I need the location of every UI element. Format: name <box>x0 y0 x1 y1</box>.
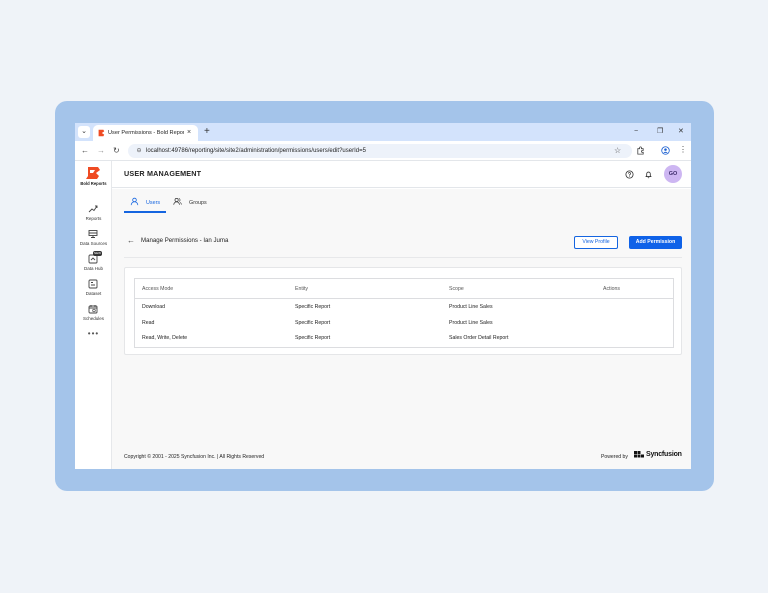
bookmark-star-icon[interactable]: ☆ <box>614 145 621 156</box>
section-title: Manage Permissions - Ian Juma <box>141 237 229 244</box>
bold-reports-logo[interactable] <box>86 167 100 179</box>
copyright-text: Copyright © 2001 - 2025 Syncfusion Inc. … <box>124 454 265 460</box>
user-group-tabs: Users Groups <box>124 195 682 215</box>
main-content: Users Groups ← Manage Permissions - Ian … <box>112 189 691 469</box>
bold-reports-favicon-icon <box>98 129 105 137</box>
browser-window: ⌄ User Permissions - Bold Reports × + − … <box>75 123 691 469</box>
calendar-icon <box>88 305 98 314</box>
permissions-table: Access Mode Entity Scope Actions Downloa… <box>134 278 674 348</box>
powered-by-text: Powered by <box>601 454 628 460</box>
browser-tab[interactable]: User Permissions - Bold Reports × <box>93 125 198 141</box>
entity-cell: Specific Report <box>295 320 331 326</box>
active-tab-indicator <box>124 211 166 213</box>
sidebar-more-button[interactable]: ••• <box>75 329 112 338</box>
view-profile-button[interactable]: View Profile <box>574 236 618 249</box>
syncfusion-brand: Syncfusion <box>646 451 682 458</box>
table-row[interactable]: Read Specific Report Product Line Sales <box>135 316 673 332</box>
browser-menu-icon[interactable]: ⋮ <box>679 144 687 155</box>
avatar[interactable]: GO <box>664 165 682 183</box>
sidebar-item-data-sources[interactable]: Data Sources <box>75 229 112 251</box>
app-sidebar: Bold Reports Reports Data Sources NEW Da… <box>75 161 112 469</box>
sidebar-item-reports[interactable]: Reports <box>75 204 112 226</box>
notification-bell-icon[interactable] <box>644 170 653 179</box>
tab-title: User Permissions - Bold Reports <box>108 130 184 136</box>
syncfusion-logo[interactable]: Syncfusion <box>634 450 682 460</box>
group-icon <box>173 197 182 205</box>
entity-cell: Specific Report <box>295 335 331 341</box>
column-header[interactable]: Access Mode <box>142 286 173 292</box>
add-permission-button[interactable]: Add Permission <box>629 236 682 249</box>
tab-label: Groups <box>189 200 207 206</box>
access-mode-cell: Download <box>142 304 166 310</box>
new-tab-button[interactable]: + <box>204 126 210 138</box>
tab-groups[interactable]: Groups <box>173 195 213 215</box>
dataset-icon <box>88 279 98 289</box>
address-bar[interactable]: ⊖ localhost:49786/reporting/site/site2/a… <box>128 144 632 158</box>
table-row[interactable]: Read, Write, Delete Specific Report Sale… <box>135 331 673 347</box>
app-header: USER MANAGEMENT GO <box>112 161 691 188</box>
forward-button[interactable]: → <box>97 145 105 156</box>
help-icon[interactable] <box>625 170 634 179</box>
tab-search-button[interactable]: ⌄ <box>78 126 90 138</box>
access-mode-cell: Read <box>142 320 155 326</box>
sidebar-item-data-hub[interactable]: NEW Data Hub <box>75 251 112 276</box>
sidebar-item-label: Data Sources <box>79 241 108 246</box>
column-header: Actions <box>603 286 621 292</box>
sidebar-item-label: Dataset <box>85 291 102 296</box>
tab-label: Users <box>146 200 161 206</box>
sidebar-item-schedules[interactable]: Schedules <box>75 304 112 326</box>
back-button[interactable]: ← <box>81 145 89 156</box>
column-header[interactable]: Scope <box>449 286 464 292</box>
access-mode-cell: Read, Write, Delete <box>142 335 188 341</box>
entity-cell: Specific Report <box>295 304 331 310</box>
sidebar-item-dataset[interactable]: Dataset <box>75 279 112 301</box>
minimize-button[interactable]: − <box>634 127 638 137</box>
permissions-subheader: ← Manage Permissions - Ian Juma View Pro… <box>124 232 682 258</box>
table-row[interactable]: Download Specific Report Product Line Sa… <box>135 300 673 316</box>
page-title: USER MANAGEMENT <box>124 169 202 178</box>
tab-close-icon[interactable]: × <box>187 128 191 138</box>
close-window-button[interactable]: ✕ <box>678 127 684 137</box>
permissions-card: Access Mode Entity Scope Actions Downloa… <box>124 267 682 355</box>
syncfusion-mark-icon <box>634 451 644 458</box>
browser-toolbar: ← → ↻ ⊖ localhost:49786/reporting/site/s… <box>75 141 691 161</box>
profile-icon[interactable] <box>661 146 670 155</box>
column-header[interactable]: Entity <box>295 286 308 292</box>
new-badge: NEW <box>93 251 102 256</box>
database-icon <box>88 230 98 238</box>
scope-cell: Sales Order Detail Report <box>449 335 509 341</box>
reload-button[interactable]: ↻ <box>113 145 120 156</box>
scope-cell: Product Line Sales <box>449 304 493 310</box>
back-arrow-icon[interactable]: ← <box>127 236 135 246</box>
restore-button[interactable]: ❐ <box>657 127 663 137</box>
brand-name: Bold Reports <box>80 181 107 186</box>
tab-strip: ⌄ User Permissions - Bold Reports × + − … <box>75 123 691 141</box>
url-text: localhost:49786/reporting/site/site2/adm… <box>146 148 366 154</box>
sidebar-item-label: Schedules <box>82 316 104 321</box>
trend-icon <box>88 205 98 213</box>
sidebar-item-label: Reports <box>85 216 102 221</box>
sidebar-item-label: Data Hub <box>83 266 103 271</box>
user-icon <box>130 197 139 206</box>
table-header-row: Access Mode Entity Scope Actions <box>135 279 673 299</box>
extensions-icon[interactable] <box>636 146 645 155</box>
tab-users[interactable]: Users <box>124 195 166 215</box>
scope-cell: Product Line Sales <box>449 320 493 326</box>
site-info-icon[interactable]: ⊖ <box>134 146 144 156</box>
